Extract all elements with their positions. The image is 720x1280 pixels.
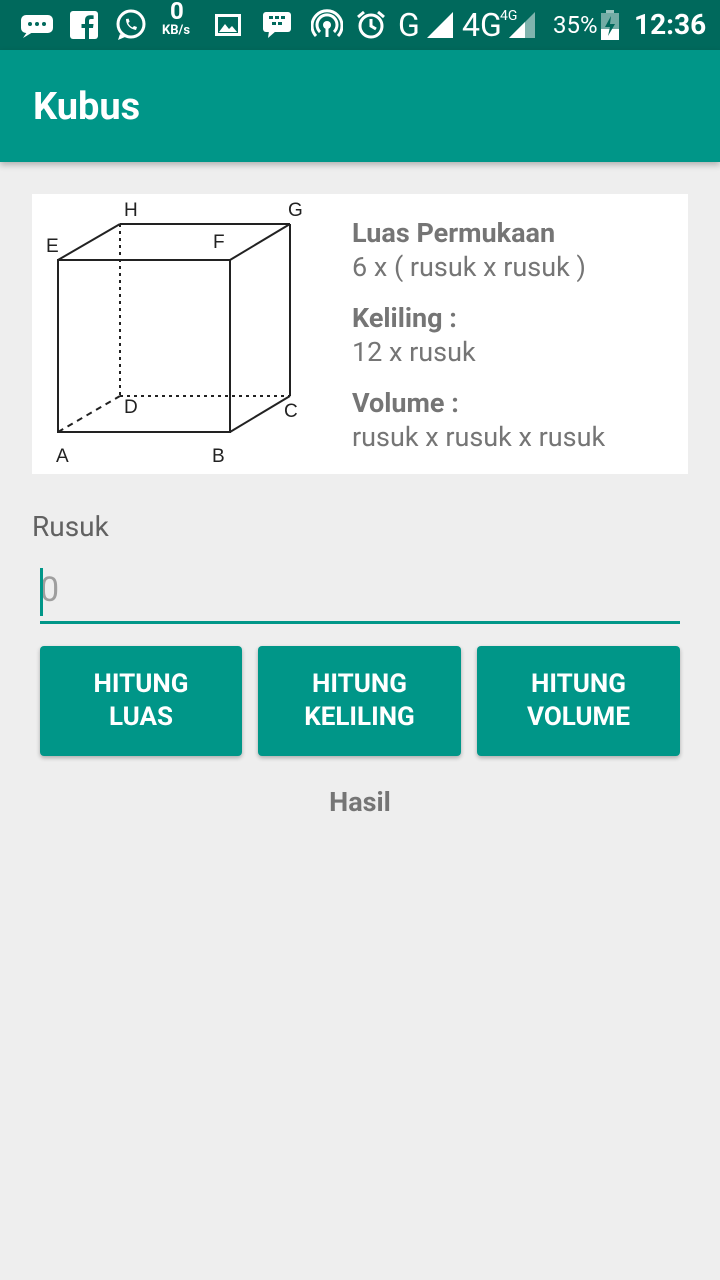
hitung-keliling-label-line1: HITUNG	[312, 669, 407, 699]
bbm-icon	[260, 0, 294, 50]
hotspot-icon	[310, 0, 344, 50]
hitung-luas-label-line2: LUAS	[109, 702, 173, 732]
volume-formula: rusuk x rusuk x rusuk	[352, 421, 606, 453]
app-title: Kubus	[33, 85, 141, 129]
hitung-volume-button[interactable]: HITUNG VOLUME	[477, 646, 680, 756]
vertex-label-f: F	[213, 232, 225, 253]
signal-icon	[424, 0, 456, 50]
status-bar: 0 KB/s G 4G 4G 35% 12:36	[0, 0, 720, 50]
formula-list: Luas Permukaan 6 x ( rusuk x rusuk ) Kel…	[352, 216, 682, 471]
clock: 12:36	[634, 8, 707, 41]
volume-title: Volume :	[352, 387, 459, 419]
whatsapp-icon	[112, 0, 150, 50]
battery-percentage: 35%	[553, 11, 598, 39]
keliling-formula: 12 x rusuk	[352, 336, 476, 368]
result-label: Hasil	[329, 786, 391, 818]
hitung-luas-button[interactable]: HITUNG LUAS	[40, 646, 242, 756]
luas-permukaan-formula: 6 x ( rusuk x rusuk )	[352, 251, 586, 283]
vertex-label-e: E	[46, 236, 59, 257]
vertex-label-b: B	[212, 446, 225, 467]
messages-icon	[18, 0, 56, 50]
signal-icon-secondary	[504, 0, 538, 50]
battery-icon	[598, 0, 622, 50]
vertex-label-d: D	[124, 397, 138, 418]
vertex-label-c: C	[284, 401, 298, 422]
app-bar: Kubus	[0, 50, 720, 162]
vertex-label-h: H	[124, 200, 138, 221]
network-type-g: G	[398, 6, 420, 44]
hitung-luas-label-line1: HITUNG	[93, 669, 189, 699]
rusuk-label: Rusuk	[32, 510, 109, 543]
hitung-volume-label-line2: VOLUME	[527, 702, 630, 732]
hitung-volume-label-line1: HITUNG	[531, 669, 626, 699]
network-speed: 0 KB/s	[162, 0, 191, 38]
text-cursor	[40, 568, 43, 616]
rusuk-input-container[interactable]	[40, 560, 680, 624]
vertex-label-a: A	[56, 446, 69, 467]
facebook-icon	[68, 0, 100, 50]
hitung-keliling-button[interactable]: HITUNG KELILING	[258, 646, 461, 756]
formula-card: A B C D E F G H Luas Permukaan 6 x ( rus…	[32, 194, 688, 474]
alarm-icon	[354, 0, 388, 50]
luas-permukaan-title: Luas Permukaan	[352, 217, 556, 249]
cube-front-face	[57, 259, 231, 433]
vertex-label-g: G	[288, 200, 303, 221]
hitung-keliling-label-line2: KELILING	[304, 702, 415, 732]
rusuk-input[interactable]	[40, 560, 680, 620]
keliling-title: Keliling :	[352, 302, 457, 334]
cube-diagram: A B C D E F G H	[46, 200, 303, 467]
gallery-icon	[214, 0, 242, 50]
